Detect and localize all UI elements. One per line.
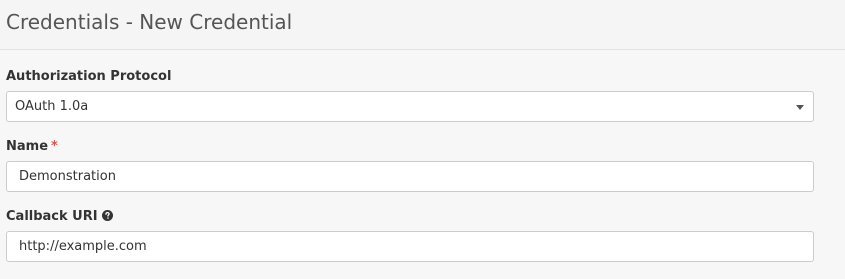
name-label: Name *	[6, 138, 58, 156]
callback-uri-label-text: Callback URI	[6, 209, 98, 224]
name-input[interactable]: Demonstration	[6, 161, 814, 192]
auth-protocol-value: OAuth 1.0a	[15, 99, 89, 114]
question-circle-icon[interactable]	[101, 210, 113, 221]
auth-protocol-label: Authorization Protocol	[6, 68, 171, 86]
page-title: Credentials - New Credential	[6, 10, 293, 34]
auth-protocol-label-text: Authorization Protocol	[6, 69, 172, 84]
callback-uri-input[interactable]: http://example.com	[6, 231, 814, 262]
credential-form: Authorization Protocol OAuth 1.0a Name * …	[0, 51, 845, 279]
callback-uri-label: Callback URI	[6, 208, 113, 226]
required-marker: *	[51, 139, 58, 154]
page-header: Credentials - New Credential	[0, 0, 845, 50]
auth-protocol-select[interactable]: OAuth 1.0a	[6, 91, 814, 122]
name-label-text: Name	[6, 139, 49, 154]
callback-uri-input-value: http://example.com	[19, 239, 147, 254]
chevron-down-icon	[796, 105, 804, 110]
name-input-value: Demonstration	[19, 169, 116, 184]
